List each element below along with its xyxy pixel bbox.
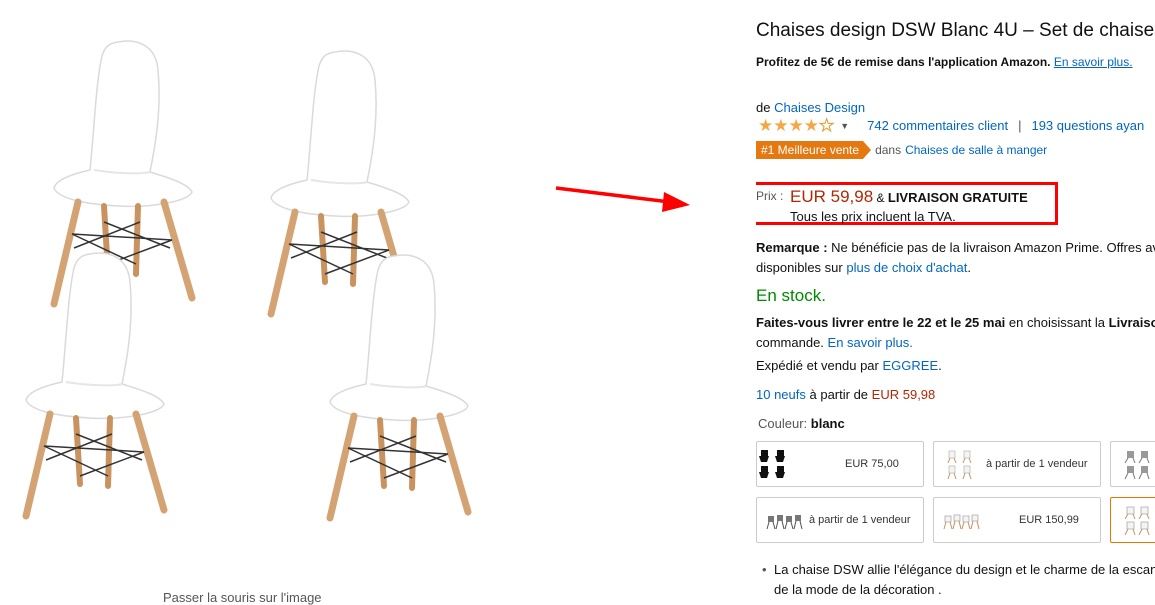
white-set-thumbnail <box>943 514 980 530</box>
bestseller-row: #1 Meilleure vente dans Chaises de salle… <box>756 141 1047 159</box>
promo-banner: Profitez de 5€ de remise dans l'applicat… <box>756 55 1133 69</box>
brand-line: de Chaises Design <box>756 100 865 115</box>
shipped-by: Expédié et vendu par EGGREE. <box>756 358 942 373</box>
grey-chairs-thumbnail <box>1124 451 1150 480</box>
offers-text: à partir de <box>809 387 869 402</box>
color-swatch-white-set[interactable]: EUR 150,99 <box>933 497 1101 543</box>
questions-link[interactable]: 193 questions ayan <box>1031 118 1144 133</box>
chevron-down-icon[interactable]: ▼ <box>840 121 849 131</box>
feature-bullet-line1: La chaise DSW allie l'élégance du design… <box>774 562 1155 577</box>
brand-prefix: de <box>756 100 771 115</box>
chair-image <box>330 255 468 518</box>
star-icon: ★ <box>803 116 819 135</box>
offers-line: 10 neufs à partir de EUR 59,98 <box>756 387 935 402</box>
price-amp: & <box>876 191 885 205</box>
swatch-price: à partir de 1 vendeur <box>809 514 911 526</box>
offers-price: EUR 59,98 <box>871 387 936 402</box>
brand-link[interactable]: Chaises Design <box>774 100 865 115</box>
chair-image <box>26 253 164 516</box>
image-zoom-caption: Passer la souris sur l'image <box>163 590 322 605</box>
more-buying-choices-link[interactable]: plus de choix d'achat <box>846 260 967 275</box>
price-value: EUR 59,98 <box>790 187 874 206</box>
remark-line2-prefix: disponibles sur <box>756 260 843 275</box>
shipped-text: Expédié et vendu par <box>756 358 879 373</box>
bestseller-badge[interactable]: #1 Meilleure vente <box>756 141 872 159</box>
color-selector-label: Couleur: blanc <box>758 416 845 431</box>
color-label: Couleur: <box>758 416 808 431</box>
white-chairs-thumbnail <box>947 450 972 480</box>
delivery-info: Faites-vous livrer entre le 22 et le 25 … <box>756 313 1155 353</box>
promo-text: Profitez de 5€ de remise dans l'applicat… <box>756 55 1051 69</box>
color-swatch-black[interactable]: EUR 75,00 <box>756 441 924 487</box>
delivery-dates: Faites-vous livrer entre le 22 et le 25 … <box>756 315 1006 330</box>
shipped-period: . <box>938 358 942 373</box>
feature-bullet: La chaise DSW allie l'élégance du design… <box>762 560 1155 600</box>
ratings-row: ★ ★ ★ ★ ★ ▼ 742 commentaires client | 19… <box>758 116 1144 135</box>
mixed-chairs-thumbnail <box>766 515 803 530</box>
black-chairs-thumbnail <box>759 450 785 478</box>
star-rating[interactable]: ★ ★ ★ ★ ★ <box>758 116 835 135</box>
delivery-line2: commande. <box>756 335 824 350</box>
product-title: Chaises design DSW Blanc 4U – Set de cha… <box>756 20 1155 41</box>
swatch-price: EUR 75,00 <box>845 458 899 470</box>
delivery-text: en choisissant la <box>1008 315 1106 330</box>
bestseller-category-link[interactable]: Chaises de salle à manger <box>905 143 1047 157</box>
remark-text: Ne bénéficie pas de la livraison Amazon … <box>831 240 1155 255</box>
reviews-link[interactable]: 742 commentaires client <box>867 118 1008 133</box>
remark-period: . <box>967 260 971 275</box>
swatch-price: à partir de 1 vendeur <box>986 458 1088 470</box>
white-selected-thumbnail <box>1124 506 1150 536</box>
product-details: Chaises design DSW Blanc 4U – Set de cha… <box>756 0 1155 600</box>
free-delivery: LIVRAISON GRATUITE <box>887 190 1028 205</box>
feature-bullet-line2: de la mode de la décoration . <box>774 582 942 597</box>
color-swatch-white[interactable]: à partir de 1 vendeur <box>933 441 1101 487</box>
remark: Remarque : Ne bénéficie pas de la livrai… <box>756 238 1155 278</box>
delivery-learn-more-link[interactable]: En savoir plus. <box>828 335 913 350</box>
bestseller-in-text: dans <box>875 143 902 157</box>
star-icon: ★ <box>773 116 789 135</box>
annotation-arrow <box>555 186 690 212</box>
new-offers-link[interactable]: 10 neufs <box>756 387 806 402</box>
price-line: EUR 59,98 & LIVRAISON GRATUITE <box>790 187 1028 207</box>
color-swatch-grey[interactable] <box>1110 441 1155 487</box>
separator: | <box>1018 118 1022 133</box>
color-swatch-mixed[interactable]: à partir de 1 vendeur <box>756 497 924 543</box>
delivery-option: Livraiso <box>1108 315 1155 330</box>
price-label: Prix : <box>756 189 784 203</box>
swatch-price: EUR 150,99 <box>1019 514 1079 526</box>
star-icon: ★ <box>758 116 774 135</box>
remark-label: Remarque : <box>756 240 828 255</box>
stock-status: En stock. <box>756 286 826 305</box>
product-image[interactable] <box>0 0 540 600</box>
star-empty-icon: ★ <box>818 116 835 135</box>
star-icon: ★ <box>788 116 804 135</box>
seller-link[interactable]: EGGREE <box>883 358 939 373</box>
color-swatch-white-selected[interactable] <box>1110 497 1155 543</box>
vat-note: Tous les prix incluent la TVA. <box>790 209 956 224</box>
color-value: blanc <box>810 416 845 431</box>
promo-learn-more-link[interactable]: En savoir plus. <box>1054 55 1133 69</box>
